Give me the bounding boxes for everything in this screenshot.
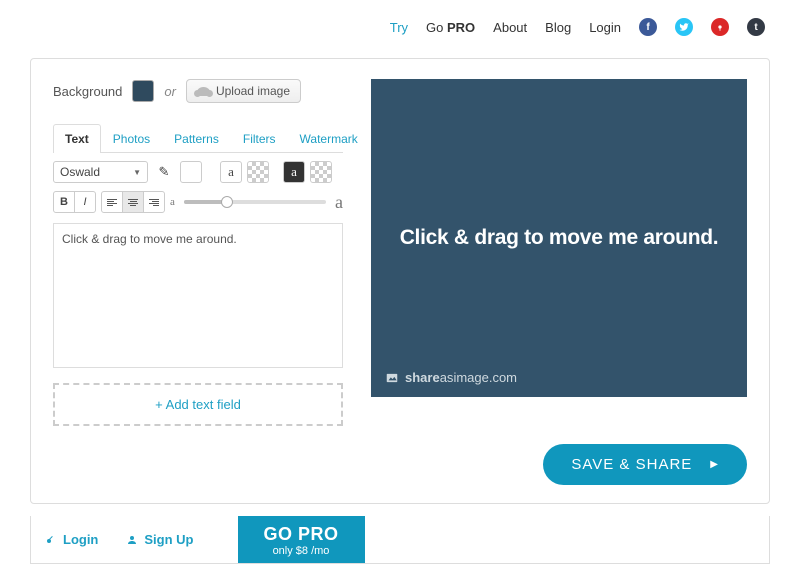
slider-thumb[interactable] <box>221 196 233 208</box>
italic-button[interactable]: I <box>74 191 96 213</box>
tabs: Text Photos Patterns Filters Watermark <box>53 123 343 153</box>
align-right-button[interactable] <box>143 191 165 213</box>
add-text-field-button[interactable]: + Add text field <box>53 383 343 426</box>
eyedropper-icon: ✎ <box>159 164 170 180</box>
nav-go-pro[interactable]: Go PRO <box>426 20 475 35</box>
align-left-icon <box>107 199 117 206</box>
font-select[interactable]: Oswald ▼ <box>53 161 148 183</box>
eyedropper-button[interactable]: ✎ <box>153 161 175 183</box>
facebook-icon[interactable]: f <box>639 18 657 36</box>
text-color-swatch[interactable] <box>180 161 202 183</box>
canvas-text[interactable]: Click & drag to move me around. <box>400 226 719 250</box>
save-share-button[interactable]: SAVE & SHARE ▶ <box>543 444 747 485</box>
align-group <box>101 191 165 213</box>
tumblr-icon[interactable]: t <box>747 18 765 36</box>
background-color-swatch[interactable] <box>132 80 154 102</box>
bottom-bar: Login Sign Up GO PRO only $8 /mo <box>30 516 770 564</box>
bottom-login[interactable]: Login <box>31 516 112 563</box>
upload-image-button[interactable]: Upload image <box>186 79 301 103</box>
top-nav: Try Go PRO About Blog Login f t <box>0 0 800 46</box>
go-pro-button[interactable]: GO PRO only $8 /mo <box>238 516 365 563</box>
size-small-label: a <box>170 196 175 208</box>
background-row: Background or Upload image <box>53 79 343 103</box>
left-panel: Background or Upload image Text Photos P… <box>53 79 343 426</box>
align-left-button[interactable] <box>101 191 123 213</box>
bold-button[interactable]: B <box>53 191 75 213</box>
nav-about[interactable]: About <box>493 20 527 35</box>
font-size-slider[interactable] <box>184 200 326 204</box>
align-center-button[interactable] <box>122 191 144 213</box>
save-row: SAVE & SHARE ▶ <box>53 444 747 485</box>
text-input[interactable] <box>53 223 343 368</box>
size-large-label: a <box>335 192 343 213</box>
or-label: or <box>164 84 176 99</box>
tab-text[interactable]: Text <box>53 124 101 153</box>
preview-canvas[interactable]: Click & drag to move me around. shareasi… <box>371 79 747 397</box>
chevron-down-icon: ▼ <box>133 168 141 177</box>
tab-watermark[interactable]: Watermark <box>288 124 370 153</box>
pinterest-icon[interactable] <box>711 18 729 36</box>
bg-letter-1-alpha[interactable] <box>247 161 269 183</box>
nav-login[interactable]: Login <box>589 20 621 35</box>
bg-letter-2-alpha[interactable] <box>310 161 332 183</box>
tab-photos[interactable]: Photos <box>101 124 162 153</box>
style-group: B I <box>53 191 96 213</box>
nav-try[interactable]: Try <box>390 20 408 35</box>
right-panel: Click & drag to move me around. shareasi… <box>371 79 747 426</box>
key-icon <box>45 534 57 546</box>
image-icon <box>385 371 399 385</box>
watermark-brand: shareasimage.com <box>385 370 517 385</box>
align-center-icon <box>128 199 138 206</box>
chevron-right-icon: ▶ <box>710 459 719 470</box>
upload-icon <box>197 87 210 96</box>
twitter-icon[interactable] <box>675 18 693 36</box>
bottom-signup[interactable]: Sign Up <box>112 516 207 563</box>
bg-letter-2[interactable]: a <box>283 161 305 183</box>
tab-patterns[interactable]: Patterns <box>162 124 231 153</box>
background-label: Background <box>53 84 122 99</box>
nav-blog[interactable]: Blog <box>545 20 571 35</box>
toolbars: Oswald ▼ ✎ a a B I <box>53 161 343 213</box>
bg-letter-1[interactable]: a <box>220 161 242 183</box>
user-icon <box>126 534 138 546</box>
align-right-icon <box>149 199 159 206</box>
editor-card: Background or Upload image Text Photos P… <box>30 58 770 504</box>
tab-filters[interactable]: Filters <box>231 124 288 153</box>
